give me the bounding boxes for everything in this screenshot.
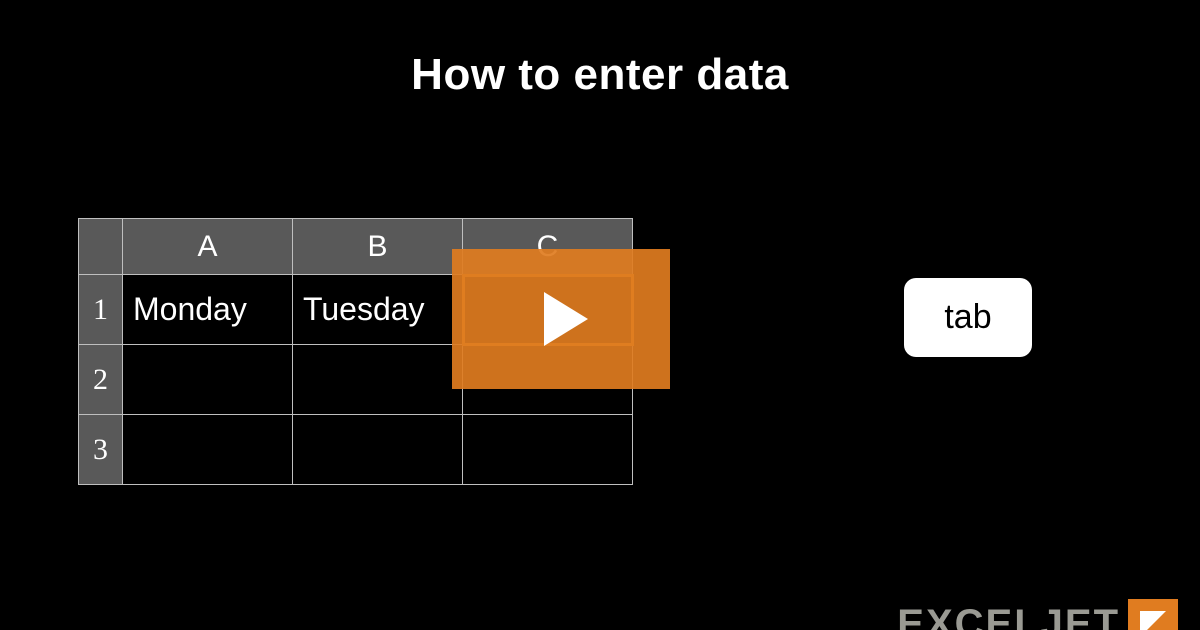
brand-badge-icon [1128, 599, 1178, 630]
row-header-1[interactable]: 1 [79, 275, 123, 345]
cell-a3[interactable] [123, 415, 293, 485]
col-header-b[interactable]: B [293, 219, 463, 275]
page-title: How to enter data [0, 50, 1200, 100]
cell-a1[interactable]: Monday [123, 275, 293, 345]
brand-logo: EXCELJET [897, 599, 1178, 630]
cell-a2[interactable] [123, 345, 293, 415]
grid-corner [79, 219, 123, 275]
col-header-a[interactable]: A [123, 219, 293, 275]
keycap-tab: tab [904, 278, 1032, 357]
cell-b3[interactable] [293, 415, 463, 485]
cell-b2[interactable] [293, 345, 463, 415]
play-button[interactable] [452, 249, 670, 389]
brand-text: EXCELJET [897, 602, 1120, 630]
cell-c3[interactable] [463, 415, 633, 485]
cell-b1[interactable]: Tuesday [293, 275, 463, 345]
row-header-3[interactable]: 3 [79, 415, 123, 485]
row-header-2[interactable]: 2 [79, 345, 123, 415]
play-icon [526, 284, 596, 354]
